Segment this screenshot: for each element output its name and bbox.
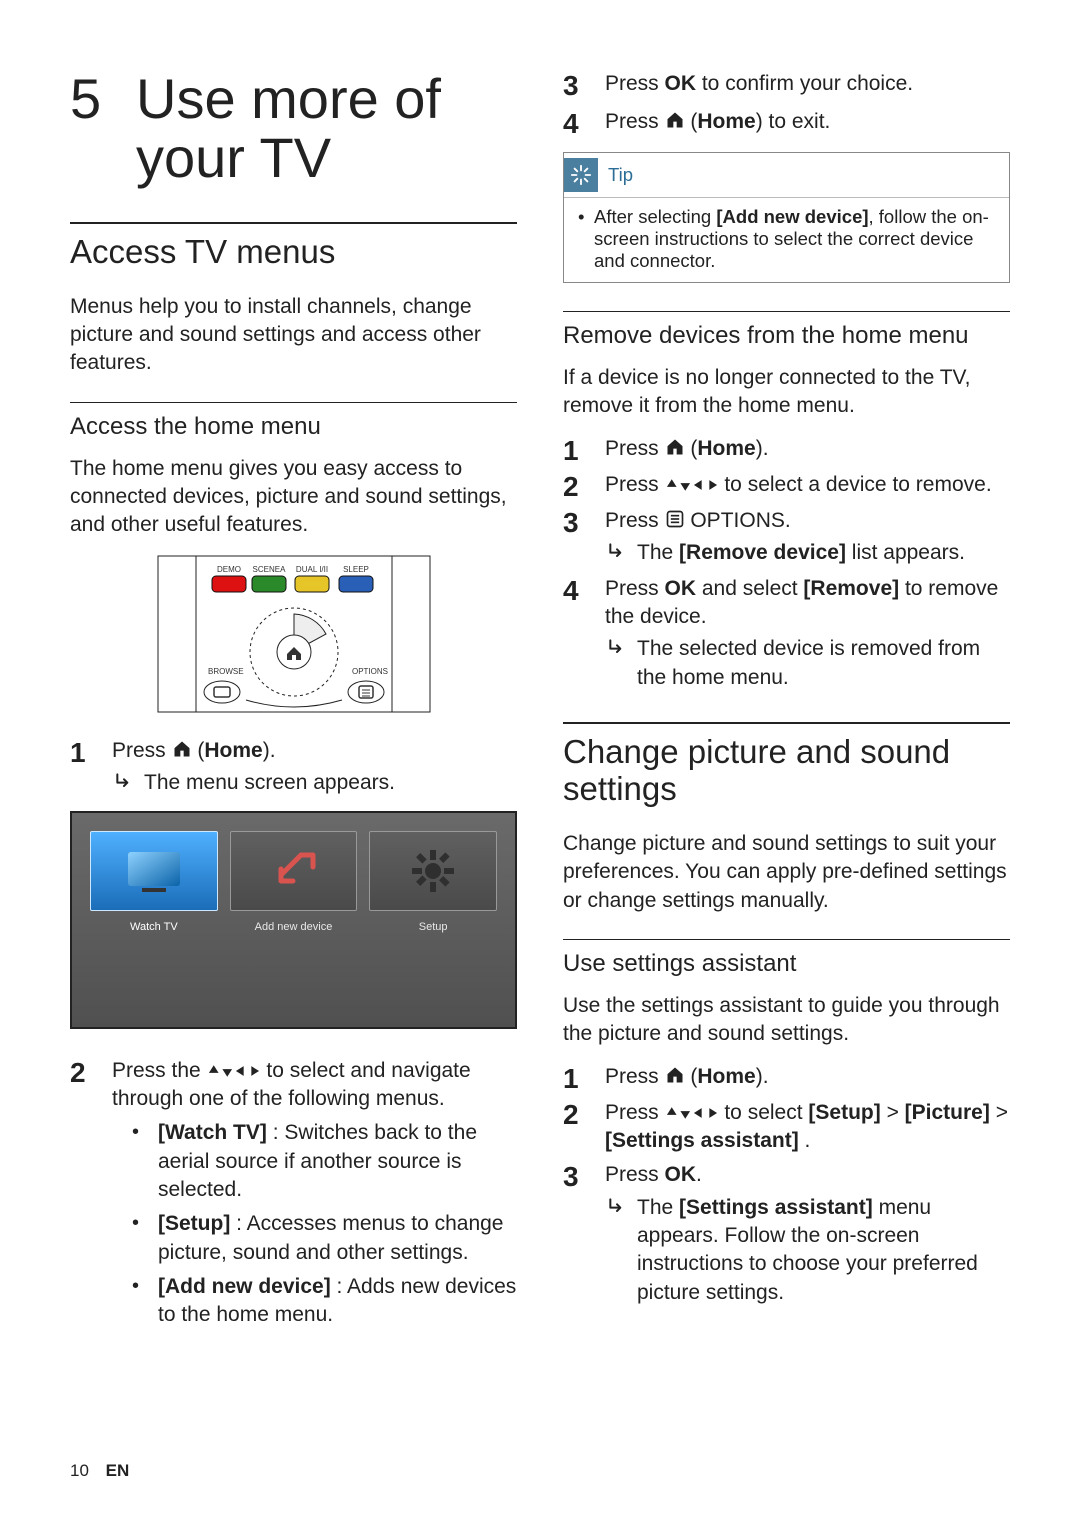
page-language: EN xyxy=(106,1461,130,1480)
assist-step-3: Press OK. The [Settings assistant] menu … xyxy=(563,1161,1010,1307)
assist-step-1: Press (Home). xyxy=(563,1063,1010,1093)
change-intro: Change picture and sound settings to sui… xyxy=(563,830,1010,915)
remove-step-4-result: The selected device is removed from the … xyxy=(605,635,1010,692)
subsection-remove-devices: Remove devices from the home menu xyxy=(563,311,1010,350)
nav-arrows-icon xyxy=(665,1105,719,1121)
subsection-access-home: Access the home menu xyxy=(70,402,517,441)
svg-text:SLEEP: SLEEP xyxy=(343,565,369,574)
menu-add-device: [Add new device] : Adds new devices to t… xyxy=(112,1273,517,1330)
nav-arrows-icon xyxy=(207,1063,261,1079)
tip-text: After selecting [Add new device], follow… xyxy=(578,206,995,272)
remote-illustration: DEMO SCENEA DUAL I/II SLEEP BROWSE OPTIO… xyxy=(156,554,432,719)
tip-box: Tip After selecting [Add new device], fo… xyxy=(563,152,1010,283)
remove-step-3-result: The [Remove device] list appears. xyxy=(605,539,1010,569)
remove-intro: If a device is no longer connected to th… xyxy=(563,364,1010,421)
chapter-number: 5 xyxy=(70,70,136,129)
tile-watch-tv: Watch TV xyxy=(90,831,218,1009)
svg-text:BROWSE: BROWSE xyxy=(208,667,244,676)
home-icon xyxy=(172,739,192,759)
step-2: Press the to select and navigate through… xyxy=(70,1057,517,1336)
step-1-result: The menu screen appears. xyxy=(112,769,517,799)
chapter-title: Use more of your TV xyxy=(136,70,517,188)
assist-step-2: Press to select [Setup] > [Picture] >[Se… xyxy=(563,1099,1010,1156)
tile-add-device: Add new device xyxy=(230,831,358,1009)
assistant-intro: Use the settings assistant to guide you … xyxy=(563,992,1010,1049)
section-change-settings: Change picture and sound settings xyxy=(563,722,1010,808)
options-icon xyxy=(665,509,685,529)
access-intro: Menus help you to install channels, chan… xyxy=(70,293,517,378)
page-number: 10 xyxy=(70,1461,89,1480)
home-icon xyxy=(665,437,685,457)
home-menu-screenshot: Watch TV Add new device Setup xyxy=(70,811,517,1029)
menu-setup: [Setup] : Accesses menus to change pictu… xyxy=(112,1210,517,1267)
result-arrow-icon xyxy=(607,635,637,665)
page-footer: 10 EN xyxy=(70,1461,129,1481)
remove-step-2: Press to select a device to remove. xyxy=(563,471,1010,501)
chapter-heading: 5 Use more of your TV xyxy=(70,70,517,188)
step-4: Press (Home) to exit. xyxy=(563,108,1010,138)
nav-arrows-icon xyxy=(665,477,719,493)
svg-text:DUAL I/II: DUAL I/II xyxy=(295,565,327,574)
step-1: Press (Home). The menu screen appears. xyxy=(70,737,517,799)
remove-step-3: Press OPTIONS. The [Remove device] list … xyxy=(563,507,1010,569)
access-home-intro: The home menu gives you easy access to c… xyxy=(70,455,517,540)
subsection-settings-assistant: Use settings assistant xyxy=(563,939,1010,978)
menu-watch-tv: [Watch TV] : Switches back to the aerial… xyxy=(112,1119,517,1204)
home-icon xyxy=(665,1065,685,1085)
result-arrow-icon xyxy=(607,539,637,569)
result-arrow-icon xyxy=(607,1194,637,1224)
tip-icon xyxy=(564,158,598,192)
remove-step-1: Press (Home). xyxy=(563,435,1010,465)
home-icon xyxy=(665,110,685,130)
section-access-tv-menus: Access TV menus xyxy=(70,222,517,271)
tip-label: Tip xyxy=(608,164,633,186)
svg-text:DEMO: DEMO xyxy=(217,565,241,574)
remove-step-4: Press OK and select [Remove] to remove t… xyxy=(563,575,1010,692)
svg-text:OPTIONS: OPTIONS xyxy=(352,667,388,676)
svg-text:SCENEA: SCENEA xyxy=(252,565,286,574)
result-arrow-icon xyxy=(114,769,144,799)
assist-step-3-result: The [Settings assistant] menu appears. F… xyxy=(605,1194,1010,1307)
tile-setup: Setup xyxy=(369,831,497,1009)
step-3: Press OK to confirm your choice. xyxy=(563,70,1010,100)
